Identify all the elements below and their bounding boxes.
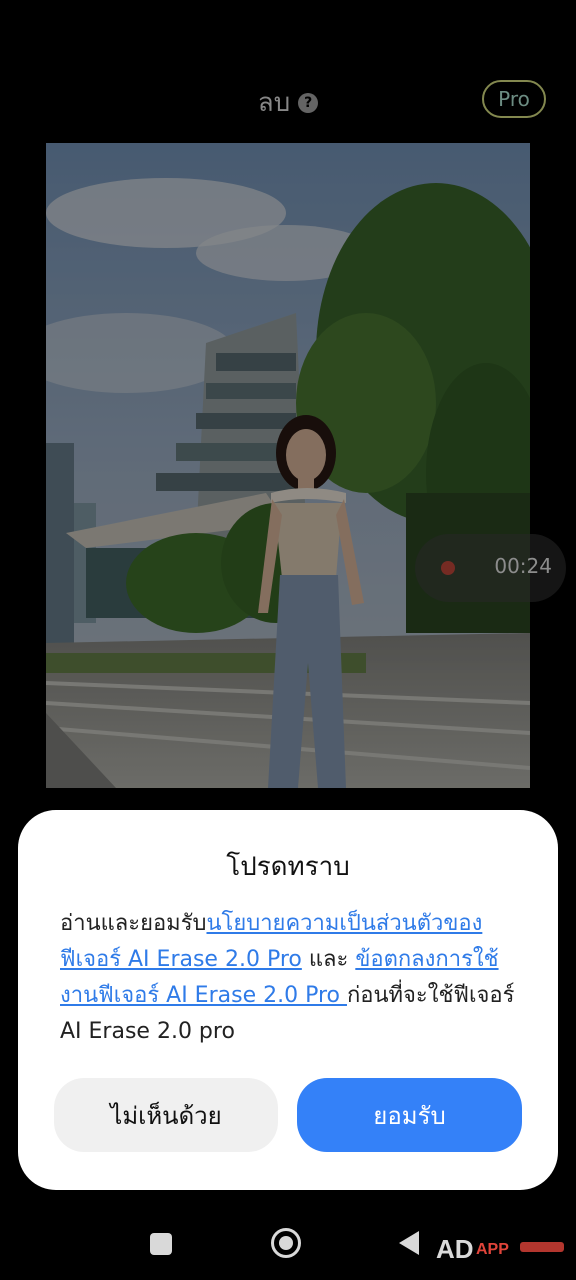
- back-triangle-icon[interactable]: [399, 1231, 419, 1255]
- body-prefix: อ่านและยอมรับ: [60, 911, 207, 936]
- recents-square-icon[interactable]: [150, 1233, 172, 1255]
- adapp-watermark-logo: AD APP: [436, 1234, 564, 1264]
- notice-dialog: โปรดทราบ อ่านและยอมรับนโยบายความเป็นส่วน…: [18, 810, 558, 1190]
- dialog-title: โปรดทราบ: [226, 852, 350, 882]
- system-nav-bar: AD APP: [0, 1210, 576, 1280]
- decline-button[interactable]: ไม่เห็นด้วย: [54, 1078, 278, 1152]
- svg-text:AD: AD: [436, 1234, 474, 1264]
- home-circle-icon[interactable]: [271, 1228, 301, 1258]
- conjunction-text: และ: [301, 947, 356, 972]
- accept-button[interactable]: ยอมรับ: [297, 1078, 522, 1152]
- svg-text:APP: APP: [476, 1241, 509, 1258]
- dialog-message: อ่านและยอมรับนโยบายความเป็นส่วนตัวของฟีเ…: [60, 906, 518, 1050]
